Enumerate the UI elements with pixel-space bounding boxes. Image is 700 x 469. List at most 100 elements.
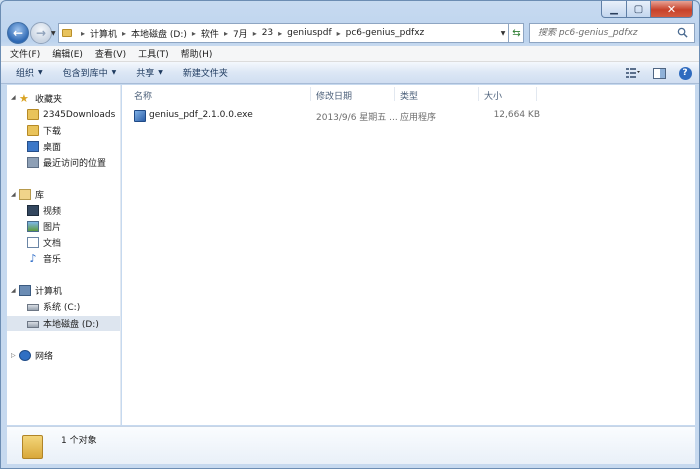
search-input[interactable] [538, 28, 678, 38]
breadcrumb-separator-icon[interactable]: ▸ [122, 29, 126, 38]
breadcrumb-drive-d[interactable]: 本地磁盘 (D:) [131, 27, 187, 40]
minimize-icon: ▁ [610, 3, 618, 15]
chevron-down-icon: ▼ [158, 69, 163, 76]
close-button[interactable]: ✕ [651, 1, 693, 18]
close-icon: ✕ [666, 2, 677, 16]
search-icon[interactable] [677, 27, 688, 38]
command-bar: 组织 ▼ 包含到库中 ▼ 共享 ▼ 新建文件夹 ? [1, 62, 699, 84]
menu-edit[interactable]: 编辑(E) [52, 47, 83, 60]
expand-network-icon[interactable]: ▷ [11, 352, 16, 359]
new-folder-button[interactable]: 新建文件夹 [183, 66, 228, 79]
column-header-name[interactable]: 名称 [134, 89, 152, 102]
change-view-button[interactable] [625, 65, 641, 81]
organize-button[interactable]: 组织 ▼ [16, 66, 43, 79]
document-icon [27, 237, 39, 248]
window-controls: ▁ ▢ ✕ [601, 1, 693, 18]
view-controls: ? [615, 65, 693, 81]
search-box[interactable] [529, 23, 695, 43]
arrow-left-icon: ← [12, 26, 24, 40]
collapse-computer-icon[interactable]: ◢ [11, 287, 16, 294]
video-icon [27, 205, 39, 216]
breadcrumb-separator-icon[interactable]: ▸ [337, 29, 341, 38]
column-divider[interactable] [536, 87, 537, 101]
folder-icon [22, 435, 43, 459]
column-header-date[interactable]: 修改日期 [316, 89, 352, 102]
address-row: ← → ▼ ▸ 计算机 ▸ 本地磁盘 (D:) ▸ 软件 ▸ 7月 ▸ 23 ▸… [7, 21, 695, 45]
breadcrumb-computer[interactable]: 计算机 [90, 27, 117, 40]
hard-drive-icon [27, 321, 39, 328]
refresh-button[interactable]: ⇆ [508, 23, 524, 43]
item-count: 1 个对象 [61, 436, 97, 446]
file-size: 12,664 KB [493, 110, 540, 120]
breadcrumb-separator-icon[interactable]: ▸ [192, 29, 196, 38]
column-header-type[interactable]: 类型 [400, 89, 418, 102]
explorer-window: ▁ ▢ ✕ ← → ▼ ▸ 计算机 ▸ 本地磁盘 (D:) ▸ 软件 ▸ 7月 … [0, 0, 700, 469]
nav-computer[interactable]: 计算机 [19, 283, 62, 298]
new-folder-label: 新建文件夹 [182, 69, 228, 79]
nav-item-2345downloads[interactable]: 2345Downloads [27, 107, 115, 122]
network-icon [19, 350, 31, 361]
file-list: 名称 修改日期 类型 大小 genius_pdf_2.1.0.0.exe 201… [122, 85, 695, 425]
help-button[interactable]: ? [677, 65, 693, 81]
collapse-libraries-icon[interactable]: ◢ [11, 191, 16, 198]
column-header-size[interactable]: 大小 [484, 89, 502, 102]
breadcrumb-current-folder[interactable]: pc6-genius_pdfxz [346, 28, 425, 38]
navigation-pane: ◢ ★ 收藏夹 2345Downloads 下载 桌面 最近访问的位置 ◢ 库 [7, 85, 121, 425]
menu-view[interactable]: 查看(V) [95, 47, 126, 60]
column-divider[interactable] [394, 87, 395, 101]
nav-item-pictures[interactable]: 图片 [27, 219, 61, 234]
computer-icon [19, 285, 31, 296]
breadcrumb-separator-icon[interactable]: ▸ [224, 29, 228, 38]
preview-pane-icon [652, 67, 666, 79]
folder-icon [27, 109, 39, 120]
nav-item-drive-c[interactable]: 系统 (C:) [27, 299, 80, 314]
nav-item-desktop[interactable]: 桌面 [27, 139, 61, 154]
file-modified-date: 2013/9/6 星期五 ... [316, 113, 398, 123]
desktop-icon [27, 141, 39, 152]
refresh-icon: ⇆ [512, 27, 521, 39]
nav-favorites[interactable]: ★ 收藏夹 [19, 91, 62, 106]
nav-item-documents[interactable]: 文档 [27, 235, 61, 250]
nav-libraries[interactable]: 库 [19, 187, 44, 202]
nav-item-drive-d[interactable]: 本地磁盘 (D:) [7, 316, 120, 331]
file-row[interactable]: genius_pdf_2.1.0.0.exe 2013/9/6 星期五 ... … [132, 108, 552, 124]
breadcrumb-separator-icon[interactable]: ▸ [253, 29, 257, 38]
details-pane: 1 个对象 [7, 426, 695, 464]
breadcrumb-separator-icon[interactable]: ▸ [81, 29, 85, 38]
menu-file[interactable]: 文件(F) [10, 47, 40, 60]
nav-network[interactable]: 网络 [19, 348, 53, 363]
organize-label: 组织 [16, 69, 35, 79]
include-in-library-label: 包含到库中 [62, 69, 108, 79]
breadcrumb-23[interactable]: 23 [262, 28, 273, 38]
chevron-down-icon: ▼ [38, 69, 43, 76]
breadcrumb-geniuspdf[interactable]: geniuspdf [287, 28, 331, 38]
arrow-right-icon: → [35, 26, 47, 40]
breadcrumb-july[interactable]: 7月 [233, 27, 248, 40]
downloads-folder-icon [27, 125, 39, 136]
back-button[interactable]: ← [7, 22, 29, 44]
minimize-button[interactable]: ▁ [601, 1, 627, 18]
forward-button[interactable]: → [30, 22, 52, 44]
breadcrumb-separator-icon[interactable]: ▸ [278, 29, 282, 38]
nav-item-music[interactable]: ♪ 音乐 [27, 251, 61, 266]
share-label: 共享 [136, 69, 155, 79]
maximize-icon: ▢ [633, 3, 644, 15]
maximize-button[interactable]: ▢ [627, 1, 651, 18]
menu-help[interactable]: 帮助(H) [181, 47, 213, 60]
include-in-library-button[interactable]: 包含到库中 ▼ [63, 66, 117, 79]
breadcrumb-software[interactable]: 软件 [201, 27, 219, 40]
column-divider[interactable] [310, 87, 311, 101]
column-divider[interactable] [478, 87, 479, 101]
share-button[interactable]: 共享 ▼ [136, 66, 163, 79]
address-bar[interactable]: ▸ 计算机 ▸ 本地磁盘 (D:) ▸ 软件 ▸ 7月 ▸ 23 ▸ geniu… [58, 23, 524, 43]
recent-pages-dropdown-icon[interactable]: ▼ [51, 30, 56, 37]
help-icon: ? [678, 66, 692, 80]
nav-item-downloads[interactable]: 下载 [27, 123, 61, 138]
folder-icon [62, 29, 72, 37]
star-icon: ★ [19, 92, 29, 105]
menu-tools[interactable]: 工具(T) [138, 47, 169, 60]
preview-pane-button[interactable] [651, 65, 667, 81]
collapse-favorites-icon[interactable]: ◢ [11, 94, 16, 101]
nav-item-recent-places[interactable]: 最近访问的位置 [27, 155, 106, 170]
nav-item-videos[interactable]: 视频 [27, 203, 61, 218]
